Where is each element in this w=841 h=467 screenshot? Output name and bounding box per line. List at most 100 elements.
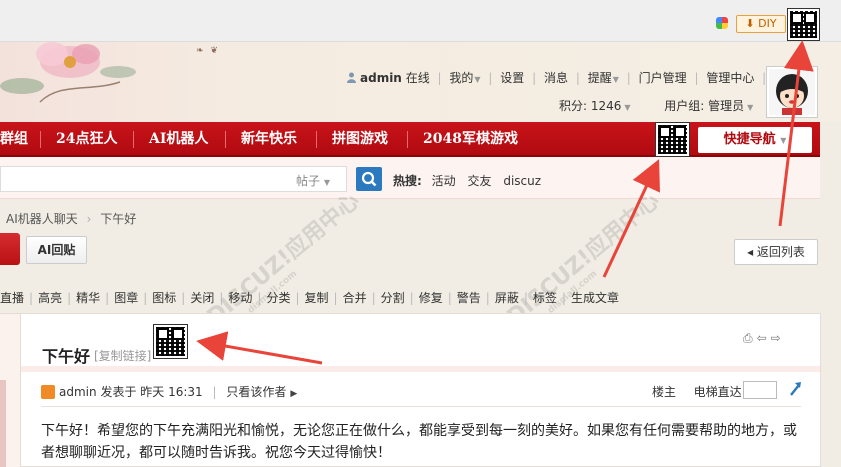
ai-reply-button[interactable]: AI回贴 bbox=[26, 236, 87, 264]
toolbar-separator: | bbox=[181, 291, 186, 305]
toolbar-separator: | bbox=[561, 291, 566, 305]
qr-code-icon[interactable] bbox=[655, 122, 690, 157]
user-links: admin 在线 | 我的▼ | 设置 | 消息 | 提醒▼ | 门户管理 | … bbox=[346, 69, 798, 86]
divider bbox=[41, 406, 801, 407]
qr-code-icon[interactable] bbox=[153, 324, 188, 359]
top-toolbar: ⬇ DIY bbox=[0, 0, 841, 42]
breadcrumb: AI机器人聊天 › 下午好 bbox=[6, 210, 136, 227]
mod-action-button[interactable]: 复制 bbox=[305, 289, 329, 306]
mod-action-button[interactable]: 图标 bbox=[152, 289, 176, 306]
hot-keyword[interactable]: 活动 bbox=[432, 174, 456, 188]
chevron-down-icon[interactable]: ▼ bbox=[747, 103, 753, 112]
chevron-down-icon: ▼ bbox=[323, 178, 330, 187]
mod-action-button[interactable]: 标签 bbox=[533, 289, 557, 306]
nav-item-groups[interactable]: 群组 bbox=[0, 122, 28, 157]
hot-keyword[interactable]: discuz bbox=[503, 174, 541, 188]
hot-keyword[interactable]: 交友 bbox=[467, 174, 491, 188]
chevron-down-icon[interactable]: ▼ bbox=[474, 75, 480, 84]
toolbar-separator: | bbox=[29, 291, 34, 305]
avatar-icon bbox=[769, 69, 815, 115]
next-thread-icon[interactable]: ⇨ bbox=[771, 331, 785, 345]
chevron-left-icon: ◂ bbox=[747, 245, 754, 259]
floor-info: 楼主 电梯直达 bbox=[652, 383, 742, 400]
qr-code-icon[interactable] bbox=[787, 8, 820, 41]
link-reminders[interactable]: 提醒 bbox=[588, 71, 612, 85]
usergroup-link[interactable]: 用户组: 管理员 bbox=[664, 99, 744, 113]
go-floor-icon[interactable] bbox=[788, 380, 802, 398]
nav-item-ai-robot[interactable]: AI机器人 bbox=[149, 122, 208, 157]
post-content: 下午好！希望您的下午充满阳光和愉悦，无论您正在做什么，都能享受到每一刻的美好。如… bbox=[41, 423, 797, 461]
user-stats: 积分: 1246 ▼ 用户组: 管理员 ▼ bbox=[559, 97, 753, 114]
online-status: 在线 bbox=[405, 71, 430, 85]
mod-action-button[interactable]: 关闭 bbox=[190, 289, 214, 306]
toolbar-separator: | bbox=[143, 291, 148, 305]
nav-item-new-year[interactable]: 新年快乐 bbox=[241, 122, 297, 157]
mod-action-button[interactable]: 生成文章 bbox=[571, 289, 619, 306]
toolbar-separator: | bbox=[257, 291, 262, 305]
floor-jump-input[interactable] bbox=[743, 381, 777, 399]
nav-item-2048-chess[interactable]: 2048军棋游戏 bbox=[423, 122, 518, 157]
breadcrumb-item[interactable]: AI机器人聊天 bbox=[6, 212, 78, 226]
hot-search-label: 热搜: bbox=[393, 174, 422, 188]
link-messages[interactable]: 消息 bbox=[544, 71, 568, 85]
mod-action-button[interactable]: 分割 bbox=[381, 289, 405, 306]
mod-action-button[interactable]: 屏蔽 bbox=[495, 289, 519, 306]
new-post-button[interactable] bbox=[0, 233, 20, 265]
jump-label: 电梯直达 bbox=[693, 385, 742, 399]
moderation-toolbar: 直播 | 高亮 | 精华 | 图章 | 图标 | 关闭 | 移动 | 分类 | 复制 | 合并 | 分割 | 修复 | 警告 | 屏… bbox=[0, 289, 619, 306]
username-link[interactable]: admin bbox=[360, 71, 402, 85]
floor-label: 楼主 bbox=[652, 385, 677, 399]
mod-action-button[interactable]: 警告 bbox=[457, 289, 481, 306]
calligraphy-decoration: ❧ ❦ bbox=[196, 46, 220, 56]
quick-nav-button[interactable]: 快捷导航 ▼ bbox=[698, 127, 812, 153]
chevron-down-icon: ▼ bbox=[780, 136, 787, 145]
back-to-list-button[interactable]: ◂ 返回列表 bbox=[734, 239, 818, 265]
hot-search: 热搜: 活动 交友 discuz bbox=[393, 172, 549, 189]
play-icon: ▶ bbox=[290, 389, 298, 399]
print-icon[interactable]: ⎙ bbox=[743, 331, 757, 345]
flower-decoration-icon bbox=[0, 42, 136, 103]
mod-action-button[interactable]: 精华 bbox=[76, 289, 100, 306]
link-admin-center[interactable]: 管理中心 bbox=[706, 71, 754, 85]
link-settings[interactable]: 设置 bbox=[500, 71, 524, 85]
toolbar-separator: | bbox=[105, 291, 110, 305]
author-sidebar-accent bbox=[0, 380, 6, 467]
post-author[interactable]: admin bbox=[59, 385, 97, 399]
search-icon bbox=[361, 171, 377, 187]
palette-icon[interactable] bbox=[716, 17, 728, 29]
mod-action-button[interactable]: 分类 bbox=[266, 289, 290, 306]
chevron-down-icon[interactable]: ▼ bbox=[613, 75, 619, 84]
link-portal-admin[interactable]: 门户管理 bbox=[639, 71, 687, 85]
divider bbox=[21, 366, 820, 372]
chevron-right-icon: › bbox=[86, 212, 92, 226]
post-title: 下午好 bbox=[42, 347, 91, 366]
mod-action-button[interactable]: 合并 bbox=[343, 289, 367, 306]
points-link[interactable]: 积分: 1246 bbox=[559, 99, 621, 113]
nav-item-24points[interactable]: 24点狂人 bbox=[56, 122, 117, 157]
post-container: 下午好 [复制链接] ⎙⇦⇨ admin 发表于 昨天 16:31 | 只看该作… bbox=[20, 313, 821, 467]
search-input[interactable] bbox=[0, 166, 347, 192]
copy-link[interactable]: [复制链接] bbox=[94, 347, 151, 364]
toolbar-separator: | bbox=[295, 291, 300, 305]
mod-action-button[interactable]: 图章 bbox=[114, 289, 138, 306]
quick-nav-label: 快捷导航 bbox=[723, 132, 776, 147]
link-my[interactable]: 我的 bbox=[449, 71, 473, 85]
user-icon bbox=[41, 385, 55, 399]
mod-action-button[interactable]: 移动 bbox=[228, 289, 252, 306]
mod-action-button[interactable]: 高亮 bbox=[38, 289, 62, 306]
toolbar-separator: | bbox=[219, 291, 224, 305]
chevron-down-icon[interactable]: ▼ bbox=[624, 103, 630, 112]
toolbar-separator: | bbox=[447, 291, 452, 305]
only-author-link[interactable]: 只看该作者 bbox=[226, 385, 286, 399]
site-header: ❧ ❦ admin 在线 | 我的▼ | 设置 | 消息 | 提醒▼ | 门户管… bbox=[0, 42, 841, 122]
search-button[interactable] bbox=[356, 167, 382, 191]
prev-thread-icon[interactable]: ⇦ bbox=[757, 331, 771, 345]
mod-action-button[interactable]: 直播 bbox=[0, 289, 24, 306]
mod-action-button[interactable]: 修复 bbox=[419, 289, 443, 306]
post-tools: ⎙⇦⇨ bbox=[743, 331, 785, 346]
diy-button[interactable]: ⬇ DIY bbox=[736, 15, 786, 33]
avatar[interactable] bbox=[766, 66, 818, 118]
search-type-select[interactable]: 帖子 ▼ bbox=[296, 172, 330, 189]
breadcrumb-item[interactable]: 下午好 bbox=[100, 212, 136, 226]
nav-item-puzzle-game[interactable]: 拼图游戏 bbox=[332, 122, 388, 157]
